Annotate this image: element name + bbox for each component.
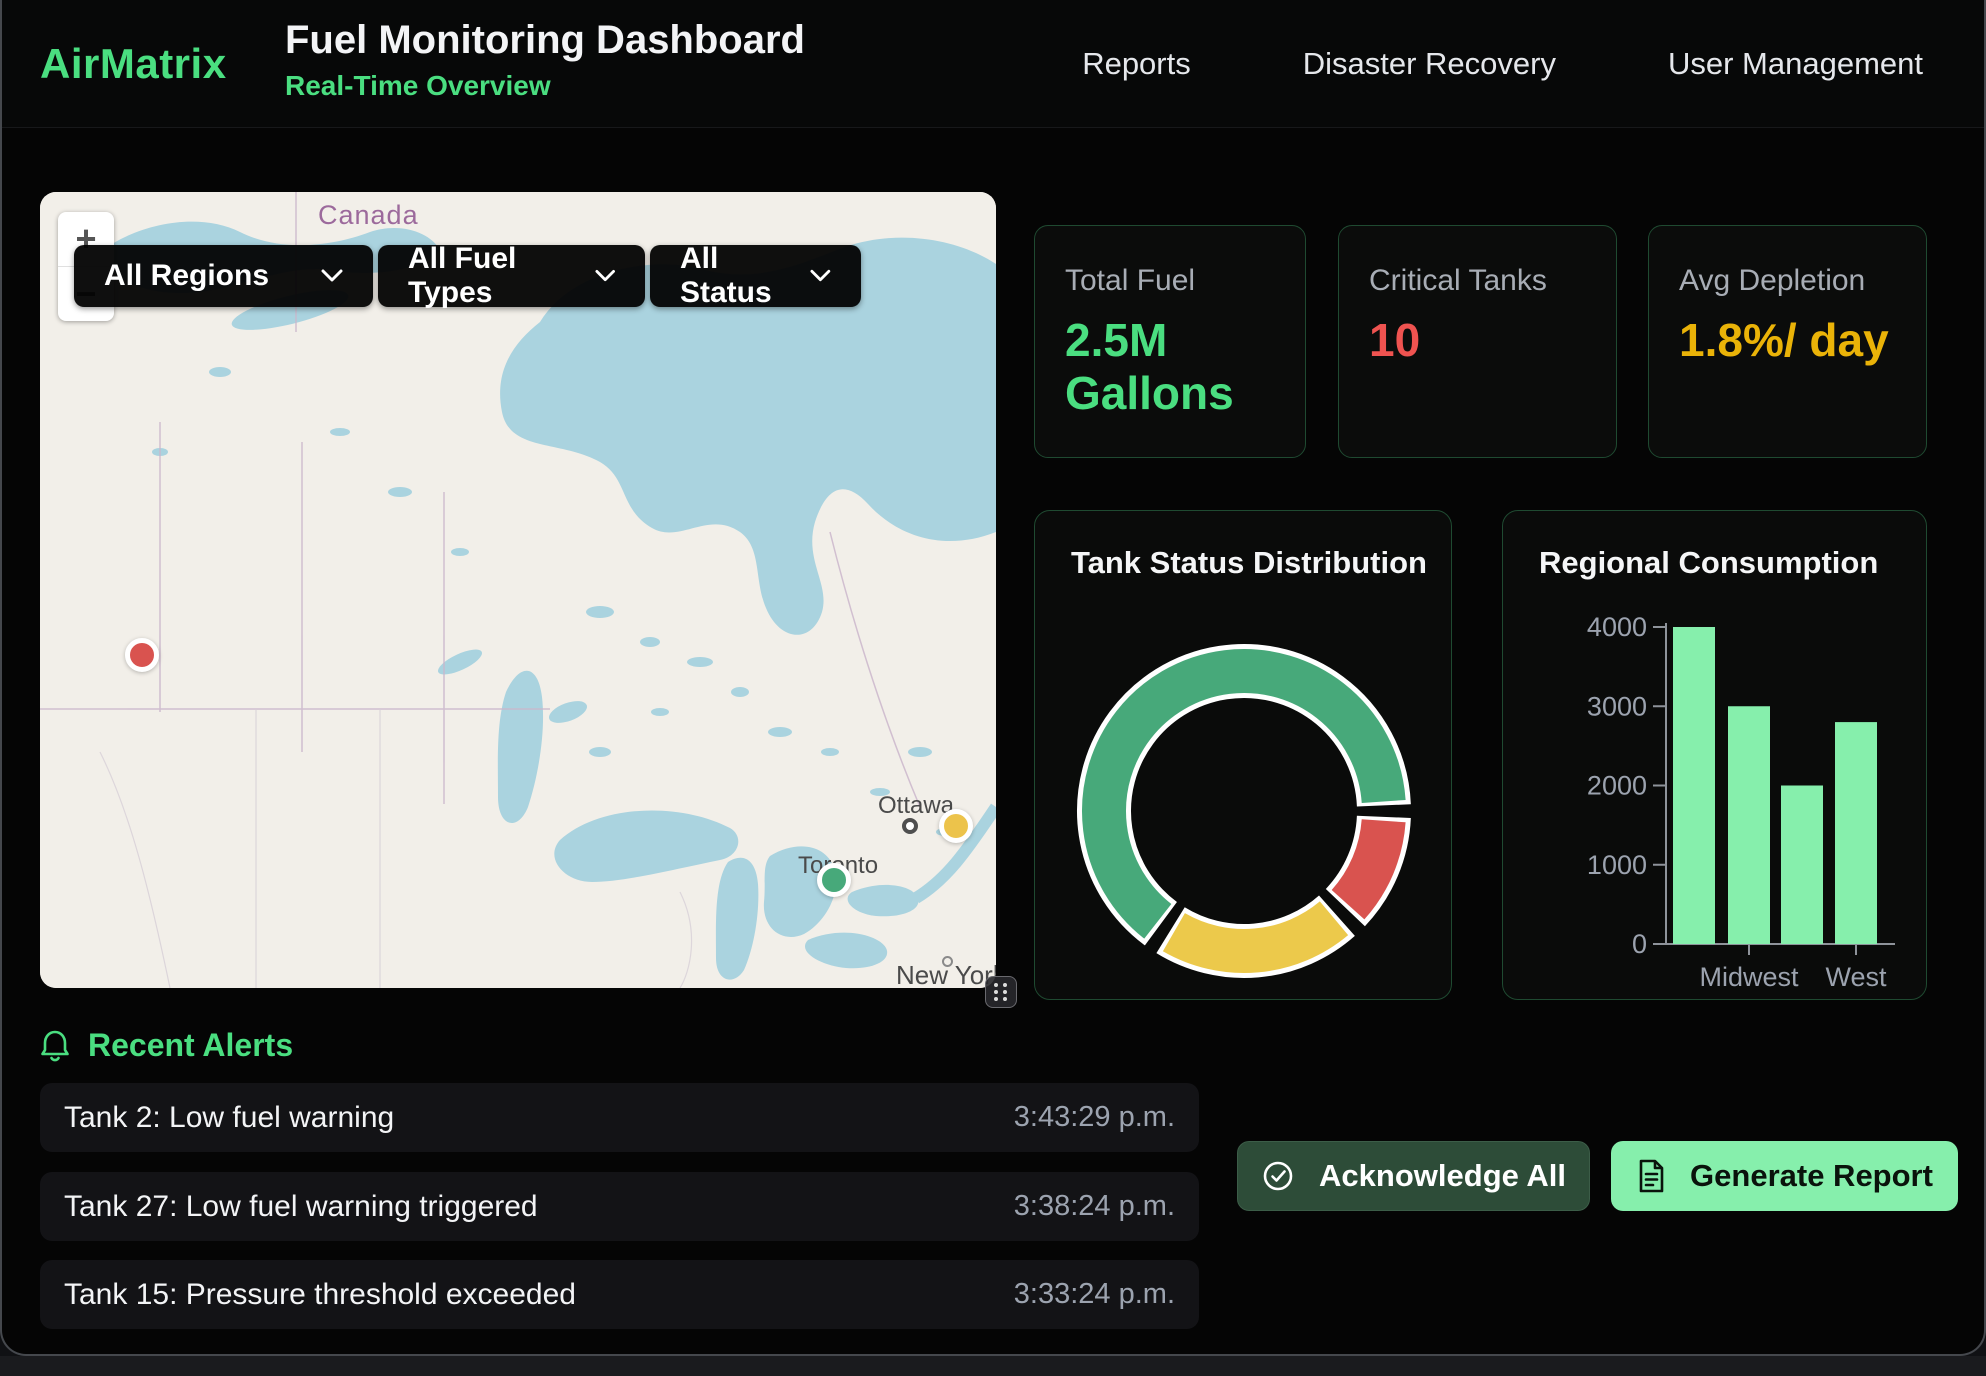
generate-report-label: Generate Report <box>1690 1158 1933 1194</box>
regional-consumption-title: Regional Consumption <box>1503 511 1926 581</box>
map-filters: All Regions All Fuel Types All Status <box>74 245 861 307</box>
svg-text:1000: 1000 <box>1587 850 1647 880</box>
stat-card-critical-tanks: Critical Tanks 10 <box>1338 225 1617 458</box>
main-nav: Reports Disaster Recovery User Managemen… <box>1082 0 1923 127</box>
svg-text:West: West <box>1825 962 1887 992</box>
tank-status-card: Tank Status Distribution <box>1034 510 1452 1000</box>
stat-label: Avg Depletion <box>1679 264 1896 298</box>
nav-disaster-recovery[interactable]: Disaster Recovery <box>1303 46 1556 82</box>
map-resize-handle[interactable] <box>985 976 1017 1008</box>
stat-card-total-fuel: Total Fuel 2.5M Gallons <box>1034 225 1306 458</box>
alert-row: Tank 27: Low fuel warning triggered 3:38… <box>40 1172 1199 1241</box>
alert-text: Tank 15: Pressure threshold exceeded <box>64 1278 576 1312</box>
window-bottom-strip <box>0 1356 1986 1376</box>
stat-label: Total Fuel <box>1065 264 1275 298</box>
nav-user-management[interactable]: User Management <box>1668 46 1923 82</box>
acknowledge-all-label: Acknowledge All <box>1319 1158 1566 1194</box>
map-marker-red[interactable] <box>125 638 159 672</box>
acknowledge-all-button[interactable]: Acknowledge All <box>1237 1141 1590 1211</box>
region-filter-value: All Regions <box>104 259 269 293</box>
bell-icon <box>40 1029 70 1063</box>
alert-row: Tank 2: Low fuel warning 3:43:29 p.m. <box>40 1083 1199 1152</box>
stat-value-critical-tanks: 10 <box>1369 314 1586 367</box>
fuel-type-filter-dropdown[interactable]: All Fuel Types <box>378 245 645 307</box>
nav-reports[interactable]: Reports <box>1082 46 1191 82</box>
alert-row: Tank 15: Pressure threshold exceeded 3:3… <box>40 1260 1199 1329</box>
stat-card-avg-depletion: Avg Depletion 1.8%/ day <box>1648 225 1927 458</box>
alert-text: Tank 27: Low fuel warning triggered <box>64 1190 538 1224</box>
svg-text:2000: 2000 <box>1587 771 1647 801</box>
region-filter-dropdown[interactable]: All Regions <box>74 245 373 307</box>
app-window: AirMatrix Fuel Monitoring Dashboard Real… <box>0 0 1986 1356</box>
new-york-city-dot-icon <box>942 956 953 967</box>
check-circle-icon <box>1261 1159 1295 1193</box>
svg-text:4000: 4000 <box>1587 612 1647 642</box>
alert-text: Tank 2: Low fuel warning <box>64 1101 394 1135</box>
generate-report-button[interactable]: Generate Report <box>1611 1141 1958 1211</box>
header: AirMatrix Fuel Monitoring Dashboard Real… <box>2 0 1984 128</box>
tank-status-title: Tank Status Distribution <box>1035 511 1451 581</box>
status-filter-dropdown[interactable]: All Status <box>650 245 861 307</box>
map-panel[interactable]: Canada Ottawa Toronto New York + − All R… <box>40 192 996 988</box>
map-marker-yellow[interactable] <box>939 809 973 843</box>
svg-text:3000: 3000 <box>1587 691 1647 721</box>
regional-consumption-card: Regional Consumption 0 1000 2000 3000 4000 Mi… <box>1502 510 1927 1000</box>
brand-logo[interactable]: AirMatrix <box>40 40 227 88</box>
alert-time: 3:38:24 p.m. <box>1014 1190 1175 1223</box>
map-label-canada: Canada <box>318 200 419 231</box>
svg-text:Midwest: Midwest <box>1699 962 1799 992</box>
alert-time: 3:33:24 p.m. <box>1014 1278 1175 1311</box>
alerts-title: Recent Alerts <box>88 1027 293 1064</box>
regional-consumption-bar-chart: 0 1000 2000 3000 4000 Midwest West <box>1503 581 1928 1001</box>
chevron-down-icon <box>321 269 343 283</box>
svg-text:0: 0 <box>1632 929 1647 959</box>
alerts-header: Recent Alerts <box>40 1027 293 1064</box>
status-filter-value: All Status <box>680 242 810 310</box>
title-block: Fuel Monitoring Dashboard Real-Time Over… <box>285 18 805 102</box>
stat-label: Critical Tanks <box>1369 264 1586 298</box>
alert-time: 3:43:29 p.m. <box>1014 1101 1175 1134</box>
fuel-type-filter-value: All Fuel Types <box>408 242 595 310</box>
tank-status-donut-chart <box>1035 581 1453 981</box>
map-marker-green[interactable] <box>817 863 851 897</box>
stat-value-avg-depletion: 1.8%/ day <box>1679 314 1896 367</box>
page-title: Fuel Monitoring Dashboard <box>285 18 805 62</box>
chevron-down-icon <box>810 269 831 283</box>
chevron-down-icon <box>595 269 615 283</box>
ottawa-city-dot-icon <box>902 818 918 834</box>
stat-value-total-fuel: 2.5M Gallons <box>1065 314 1275 420</box>
page-subtitle: Real-Time Overview <box>285 70 805 102</box>
document-icon <box>1636 1158 1666 1194</box>
